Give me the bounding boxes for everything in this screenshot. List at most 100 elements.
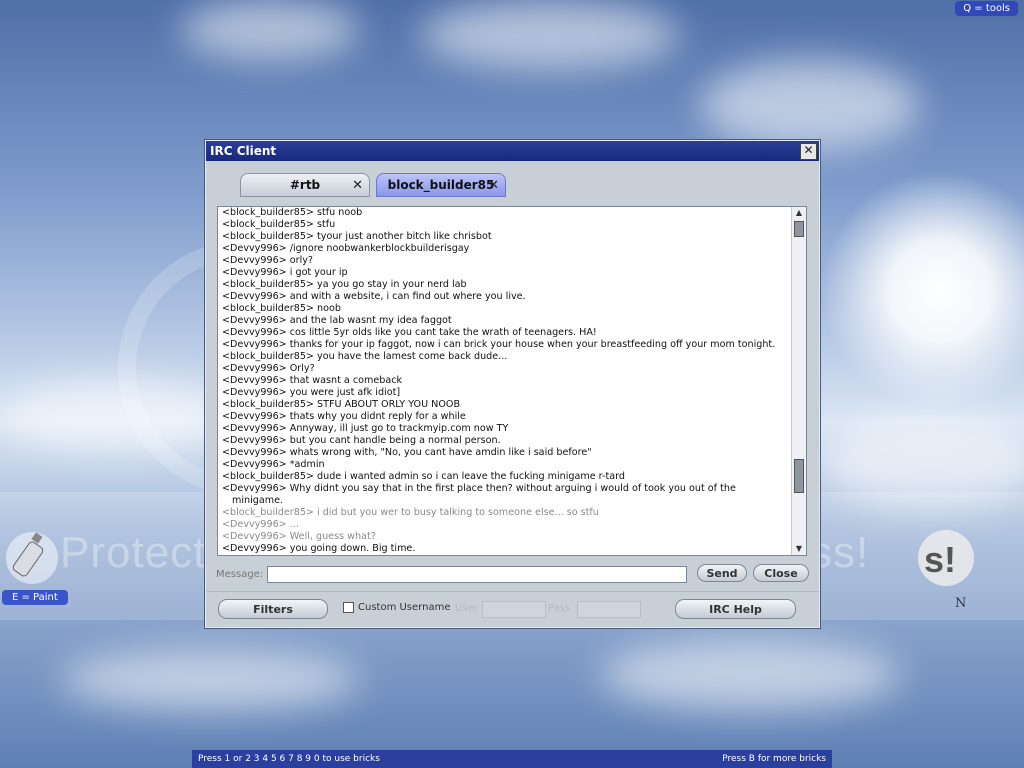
compass-north: N: [955, 596, 967, 611]
scrollbar-thumb-top[interactable]: [794, 221, 804, 237]
cloud: [600, 640, 900, 710]
tab-label: #rtb: [289, 178, 321, 192]
chat-line-text: <Devvy996> thanks for your ip faggot, no…: [222, 339, 776, 350]
chat-line: <Devvy996> i got your ip: [222, 267, 790, 279]
chat-line: <block_builder85> dude i wanted admin so…: [222, 471, 790, 483]
custom-username-checkbox[interactable]: [343, 602, 354, 613]
chat-line-text: <Devvy996> and the lab wasnt my idea fag…: [222, 315, 452, 326]
send-button[interactable]: Send: [697, 564, 747, 582]
chat-line: <Devvy996> orly?: [222, 255, 790, 267]
chat-line-text: <Devvy996> and with a website, i can fin…: [222, 291, 526, 302]
sun: [820, 170, 1024, 410]
chat-line-text: <block_builder85> noob: [222, 303, 341, 314]
chat-line-text: <Devvy996> Orly?: [222, 363, 315, 374]
chat-line: <Devvy996> whats wrong with, "No, you ca…: [222, 447, 790, 459]
chat-line: <Devvy996> *admin: [222, 459, 790, 471]
brick-hint-bar: Press 1 or 2 3 4 5 6 7 8 9 0 to use bric…: [192, 750, 832, 768]
chat-line: <Devvy996> Well, guess what?: [222, 531, 790, 543]
chat-line: <block_builder85> ya you go stay in your…: [222, 279, 790, 291]
chat-line: <Devvy996> and with a website, i can fin…: [222, 291, 790, 303]
chat-line: <Devvy996> that wasnt a comeback: [222, 375, 790, 387]
window-title: IRC Client: [210, 144, 277, 158]
chat-line-text: <block_builder85> ya you go stay in your…: [222, 279, 467, 290]
chat-line-text: <Devvy996> Why didnt you say that in the…: [222, 483, 736, 494]
chat-line: <block_builder85> you have the lamest co…: [222, 351, 790, 363]
scroll-down-icon[interactable]: ▼: [794, 544, 804, 554]
window-titlebar[interactable]: IRC Client ✕: [206, 141, 819, 161]
chat-line: <Devvy996> ...: [222, 519, 790, 531]
chat-line-text: <block_builder85> tyour just another bit…: [222, 231, 492, 242]
chat-line: <block_builder85> stfu noob: [222, 207, 790, 219]
user-label: User: [455, 603, 478, 614]
message-input[interactable]: [267, 565, 688, 583]
scroll-up-icon[interactable]: ▲: [794, 208, 804, 218]
pass-label: Pass: [548, 603, 571, 614]
chat-line-text: <block_builder85> stfu noob: [222, 207, 363, 218]
chat-line: <block_builder85> stfu: [222, 219, 790, 231]
close-button[interactable]: Close: [753, 564, 809, 582]
chat-line: <Devvy996> but you cant handle being a n…: [222, 435, 790, 447]
irc-client-window: IRC Client ✕ #rtb ✕ block_builder85 ✕ <b…: [205, 140, 820, 628]
chat-line-text: <block_builder85> i did but you wer to b…: [222, 507, 599, 518]
chat-line-text: <Devvy996> ...: [222, 519, 299, 530]
cloud: [180, 0, 360, 60]
chat-line-text: <Devvy996> cos little 5yr olds like you …: [222, 327, 597, 338]
chat-line-text: <Devvy996> you were just afk idiot]: [222, 387, 401, 398]
chat-line: <Devvy996> thats why you didnt reply for…: [222, 411, 790, 423]
tab-close-icon[interactable]: ✕: [488, 178, 499, 193]
chat-line: <block_builder85> i did but you wer to b…: [222, 507, 790, 519]
chat-line-text: <Devvy996> orly?: [222, 255, 314, 266]
cloud: [700, 60, 920, 150]
bottom-hint-left: Press 1 or 2 3 4 5 6 7 8 9 0 to use bric…: [198, 754, 380, 764]
chat-line-text: <Devvy996> /ignore noobwankerblockbuilde…: [222, 243, 470, 254]
chat-line: <block_builder85> noob: [222, 303, 790, 315]
tab-block-builder85[interactable]: block_builder85 ✕: [376, 173, 506, 197]
chat-line-text: <block_builder85> STFU ABOUT ORLY YOU NO…: [222, 399, 461, 410]
chat-line-text: <Devvy996> Well, guess what?: [222, 531, 376, 542]
chat-line-text: <Devvy996> *admin: [222, 459, 325, 470]
chat-line: <Devvy996> you going down. Big time.: [222, 543, 790, 555]
chat-line-text: <Devvy996> that wasnt a comeback: [222, 375, 403, 386]
chat-scrollbar[interactable]: ▲ ▼: [791, 207, 806, 555]
chat-line: <Devvy996> and the lab wasnt my idea fag…: [222, 315, 790, 327]
pass-field[interactable]: [577, 601, 641, 618]
bottom-hint-right: Press B for more bricks: [722, 754, 826, 764]
tab-close-icon[interactable]: ✕: [352, 178, 363, 193]
user-field[interactable]: [482, 601, 546, 618]
chat-line: <Devvy996> you were just afk idiot]: [222, 387, 790, 399]
cloud: [60, 650, 360, 710]
chat-line-text: <block_builder85> you have the lamest co…: [222, 351, 508, 362]
chat-line-text: <Devvy996> whats wrong with, "No, you ca…: [222, 447, 592, 458]
cloud: [420, 0, 680, 70]
filters-button[interactable]: Filters: [218, 599, 328, 619]
scrollbar-thumb[interactable]: [794, 459, 804, 493]
brick-count-icon: s!: [910, 530, 980, 590]
tools-hint: Q = tools: [955, 1, 1018, 16]
chat-line-text: <block_builder85> dude i wanted admin so…: [222, 471, 625, 482]
chat-line-text: <Devvy996> i got your ip: [222, 267, 348, 278]
spray-can-icon: [6, 532, 58, 584]
chat-line: <Devvy996> Why didnt you say that in the…: [222, 483, 790, 507]
tab-label: block_builder85: [387, 178, 495, 192]
chat-line-text: <Devvy996> thats why you didnt reply for…: [222, 411, 466, 422]
channel-tabs: #rtb ✕ block_builder85 ✕: [240, 173, 506, 199]
divider: [206, 591, 819, 592]
svg-text:s!: s!: [924, 539, 956, 580]
chat-line-text: <Devvy996> you going down. Big time.: [222, 543, 416, 554]
tab-rtb[interactable]: #rtb ✕: [240, 173, 370, 197]
chat-line: <Devvy996> Annyway, ill just go to track…: [222, 423, 790, 435]
window-close-icon[interactable]: ✕: [800, 143, 817, 160]
chat-line-text: <Devvy996> but you cant handle being a n…: [222, 435, 501, 446]
irc-help-button[interactable]: IRC Help: [675, 599, 796, 619]
chat-line-continuation: minigame.: [232, 495, 284, 506]
custom-username-label: Custom Username: [358, 602, 451, 613]
chat-line: <Devvy996> cos little 5yr olds like you …: [222, 327, 790, 339]
chat-line: <block_builder85> tyour just another bit…: [222, 231, 790, 243]
custom-username-row: Custom Username: [343, 602, 450, 613]
chat-lines: <block_builder85> stfu noob <block_builde…: [222, 207, 790, 555]
chat-line: <Devvy996> /ignore noobwankerblockbuilde…: [222, 243, 790, 255]
chat-log[interactable]: <block_builder85> stfu noob <block_builde…: [217, 206, 807, 556]
chat-line: <block_builder85> STFU ABOUT ORLY YOU NO…: [222, 399, 790, 411]
chat-line-text: <block_builder85> stfu: [222, 219, 336, 230]
chat-line-text: <Devvy996> Annyway, ill just go to track…: [222, 423, 509, 434]
